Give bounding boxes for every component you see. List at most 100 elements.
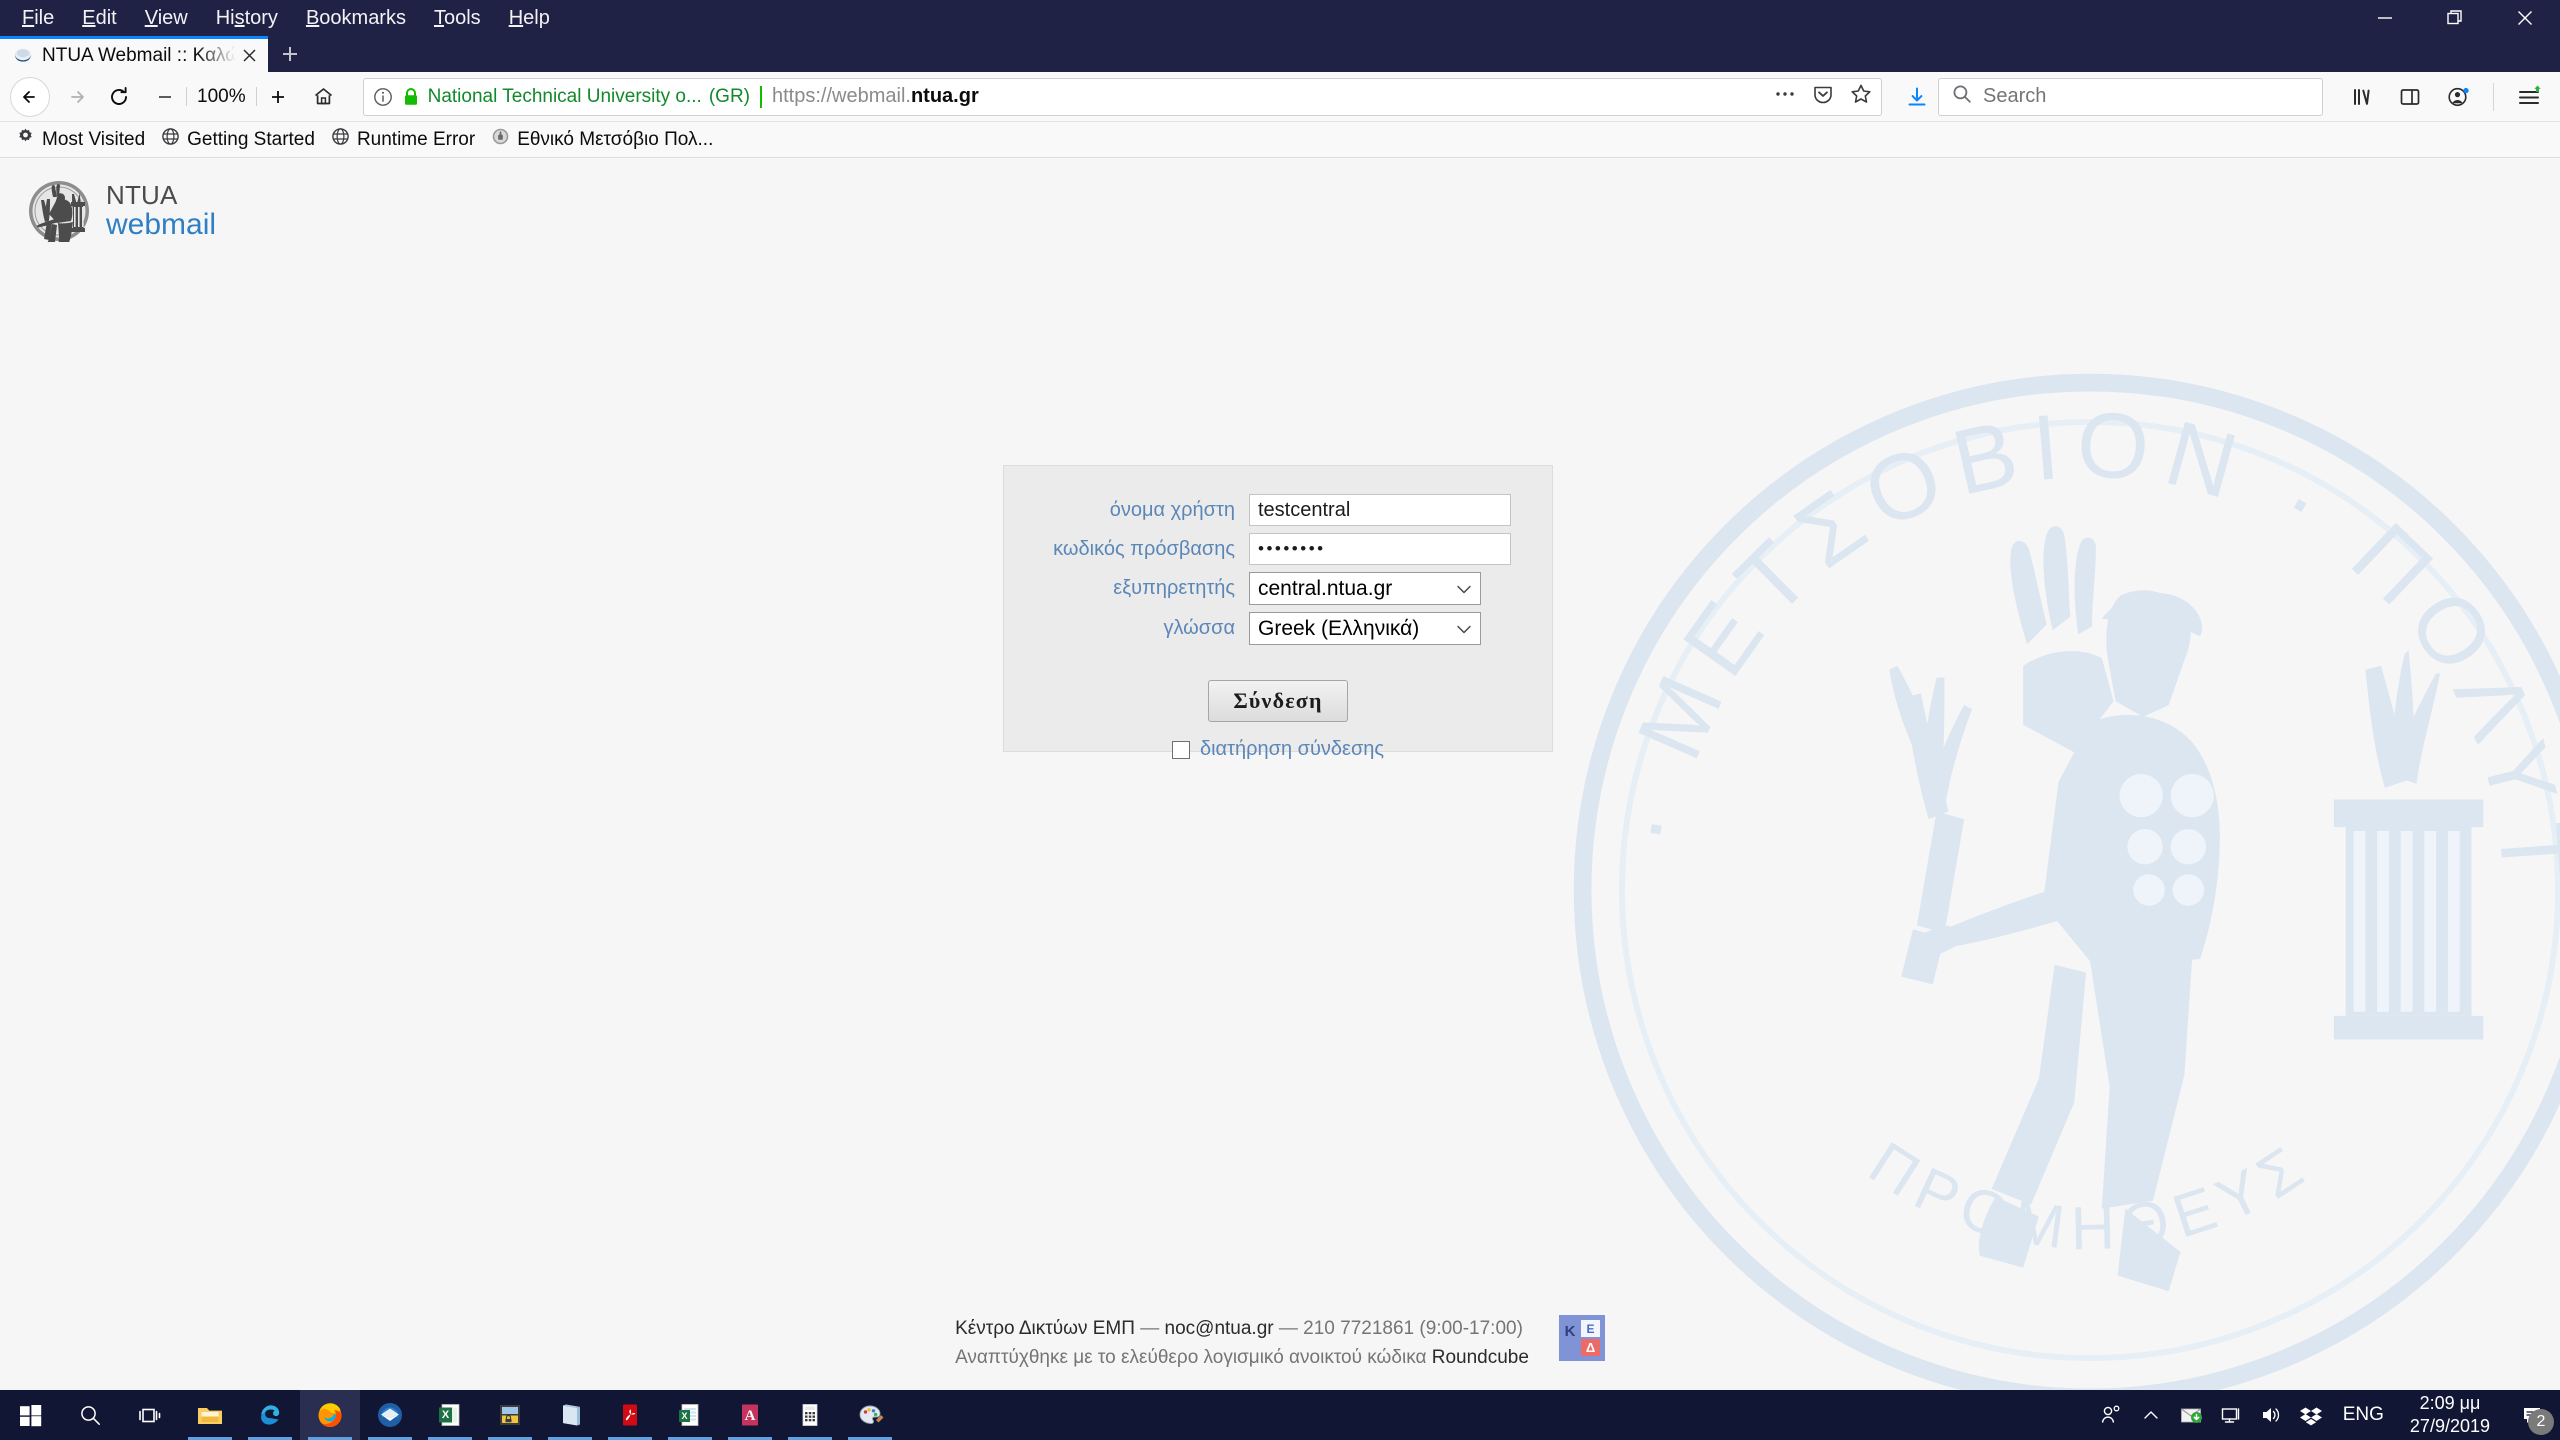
footer-email: noc@ntua.gr <box>1164 1318 1274 1339</box>
tray-clock[interactable]: 2:09 μμ 27/9/2019 <box>2396 1392 2504 1438</box>
footer-phone: 210 7721861 (9:00-17:00) <box>1303 1318 1523 1339</box>
remember-row[interactable]: διατήρηση σύνδεσης <box>1004 738 1552 761</box>
menu-view[interactable]: View <box>131 6 202 30</box>
svg-text:ΕΘΝΙΚΟΝ · ΜΕΤΣΟΒΙΟΝ · ΠΟΛΥΤΕΧΝ: ΕΘΝΙΚΟΝ · ΜΕΤΣΟΒΙΟΝ · ΠΟΛΥΤΕΧΝΕΙΟΝ <box>1500 300 2560 897</box>
tray-language[interactable]: ENG <box>2331 1404 2396 1426</box>
remember-checkbox[interactable] <box>1171 740 1190 759</box>
account-icon[interactable] <box>2437 76 2479 118</box>
language-label: γλώσσα <box>1163 617 1235 639</box>
info-icon <box>373 87 392 106</box>
notifications-icon[interactable]: 2 <box>2504 1390 2560 1440</box>
menu-edit[interactable]: Edit <box>68 6 130 30</box>
taskbar: X X A ENG 2:09 μμ 27/9/2019 2 <box>0 1390 2560 1440</box>
taskbar-app-secure-doc[interactable] <box>480 1390 540 1440</box>
login-button[interactable]: Σύνδεση <box>1208 680 1348 722</box>
username-field[interactable] <box>1249 494 1511 526</box>
taskbar-app-excel[interactable]: X <box>420 1390 480 1440</box>
home-icon[interactable] <box>303 76 345 118</box>
forward-arrow-icon[interactable] <box>56 76 98 118</box>
taskbar-app-paint[interactable] <box>840 1390 900 1440</box>
remember-label: διατήρηση σύνδεσης <box>1199 738 1385 760</box>
close-icon[interactable] <box>2490 0 2560 36</box>
dropbox-icon[interactable] <box>2291 1390 2331 1440</box>
pocket-icon[interactable] <box>1811 82 1835 111</box>
chevron-down-icon <box>1456 577 1472 601</box>
bookmark-label: Getting Started <box>187 128 315 150</box>
password-field-wrap <box>1249 533 1511 565</box>
bookmark-label: Most Visited <box>42 128 146 150</box>
windows-start-icon[interactable] <box>0 1390 60 1440</box>
mail-download-icon[interactable] <box>2171 1390 2211 1440</box>
bookmark-ntua[interactable]: Εθνικό Μετσόβιο Πολ... <box>487 127 725 152</box>
zoom-level[interactable]: 100% <box>186 87 257 106</box>
gear-icon <box>16 127 35 152</box>
password-label: κωδικός πρόσβασης <box>1053 537 1235 560</box>
taskbar-app-file-explorer[interactable] <box>180 1390 240 1440</box>
reload-icon[interactable] <box>98 76 140 118</box>
task-view-icon[interactable] <box>120 1390 180 1440</box>
hamburger-menu-icon[interactable] <box>2508 76 2550 118</box>
taskbar-search-icon[interactable] <box>60 1390 120 1440</box>
downloads-arrow-icon[interactable] <box>1896 76 1938 118</box>
url-text[interactable]: https://webmail.ntua.gr <box>772 85 1763 108</box>
globe-icon <box>331 127 350 152</box>
url-actions <box>1763 82 1873 111</box>
footer-text: Κέντρο Δικτύων ΕΜΠ — noc@ntua.gr — 210 7… <box>955 1315 1529 1372</box>
taskbar-app-edge[interactable] <box>240 1390 300 1440</box>
chevron-up-icon[interactable] <box>2131 1390 2171 1440</box>
close-icon[interactable] <box>236 43 262 69</box>
zoom-in-button[interactable] <box>257 76 299 118</box>
search-bar[interactable] <box>1938 77 2323 116</box>
footer-line-1: Κέντρο Δικτύων ΕΜΠ — noc@ntua.gr — 210 7… <box>955 1318 1523 1339</box>
menu-history[interactable]: History <box>202 6 292 30</box>
bookmark-label: Εθνικό Μετσόβιο Πολ... <box>517 128 714 150</box>
volume-icon[interactable] <box>2251 1390 2291 1440</box>
svg-text:E: E <box>1586 1322 1594 1336</box>
new-tab-button[interactable] <box>268 36 312 72</box>
footer-line-2: Αναπτύχθηκε με το ελεύθερο λογισμικό ανο… <box>955 1344 1529 1373</box>
language-select-value: Greek (Ελληνικά) <box>1258 616 1420 640</box>
ked-logo-icon: K E Δ <box>1558 1315 1605 1361</box>
taskbar-app-firefox[interactable] <box>300 1390 360 1440</box>
form-row-username: όνομα χρήστη <box>1004 494 1552 526</box>
back-arrow-icon[interactable] <box>10 76 50 117</box>
navigation-toolbar: 100% National Technical University o... … <box>0 72 2560 122</box>
people-icon[interactable] <box>2091 1390 2131 1440</box>
search-input[interactable] <box>1983 85 2310 108</box>
bookmark-most-visited[interactable]: Most Visited <box>12 127 157 152</box>
menu-bookmarks[interactable]: Bookmarks <box>292 6 420 30</box>
taskbar-app-thunderbird[interactable] <box>360 1390 420 1440</box>
bookmark-runtime-error[interactable]: Runtime Error <box>327 127 487 152</box>
ntua-seal-icon <box>491 127 510 152</box>
restore-icon[interactable] <box>2420 0 2490 36</box>
taskbar-app-access[interactable]: A <box>720 1390 780 1440</box>
identity-label: National Technical University o... <box>427 85 702 107</box>
taskbar-app-excel-doc[interactable]: X <box>660 1390 720 1440</box>
minimize-icon[interactable] <box>2350 0 2420 36</box>
menu-help[interactable]: Help <box>495 6 564 30</box>
url-bar[interactable]: National Technical University o... (GR) … <box>362 77 1882 116</box>
server-select[interactable]: central.ntua.gr <box>1249 572 1481 605</box>
taskbar-app-acrobat-reader[interactable] <box>600 1390 660 1440</box>
network-icon[interactable] <box>2211 1390 2251 1440</box>
library-icon[interactable] <box>2341 76 2383 118</box>
password-field[interactable] <box>1249 533 1511 565</box>
zoom-out-button[interactable] <box>144 76 186 118</box>
taskbar-app-calculator[interactable] <box>780 1390 840 1440</box>
brand-line2: webmail <box>106 207 217 241</box>
bookmark-getting-started[interactable]: Getting Started <box>157 127 327 152</box>
server-label: εξυπηρετητής <box>1113 577 1235 599</box>
tab-ntua-webmail[interactable]: NTUA Webmail :: Καλώς ήρθατ <box>0 36 268 72</box>
language-select[interactable]: Greek (Ελληνικά) <box>1249 612 1481 645</box>
sidebar-icon[interactable] <box>2389 76 2431 118</box>
tab-strip: NTUA Webmail :: Καλώς ήρθατ <box>0 36 2560 72</box>
taskbar-app-notepad[interactable] <box>540 1390 600 1440</box>
ntua-seal-icon <box>28 180 90 256</box>
page-actions-icon[interactable] <box>1773 83 1797 110</box>
star-icon[interactable] <box>1849 82 1873 111</box>
menu-tools[interactable]: Tools <box>420 6 495 30</box>
menu-file[interactable]: File <box>8 6 68 30</box>
site-identity[interactable]: National Technical University o... (GR) <box>372 85 762 108</box>
footer-roundcube-link[interactable]: Roundcube <box>1432 1347 1529 1368</box>
svg-text:K: K <box>1565 1323 1576 1340</box>
